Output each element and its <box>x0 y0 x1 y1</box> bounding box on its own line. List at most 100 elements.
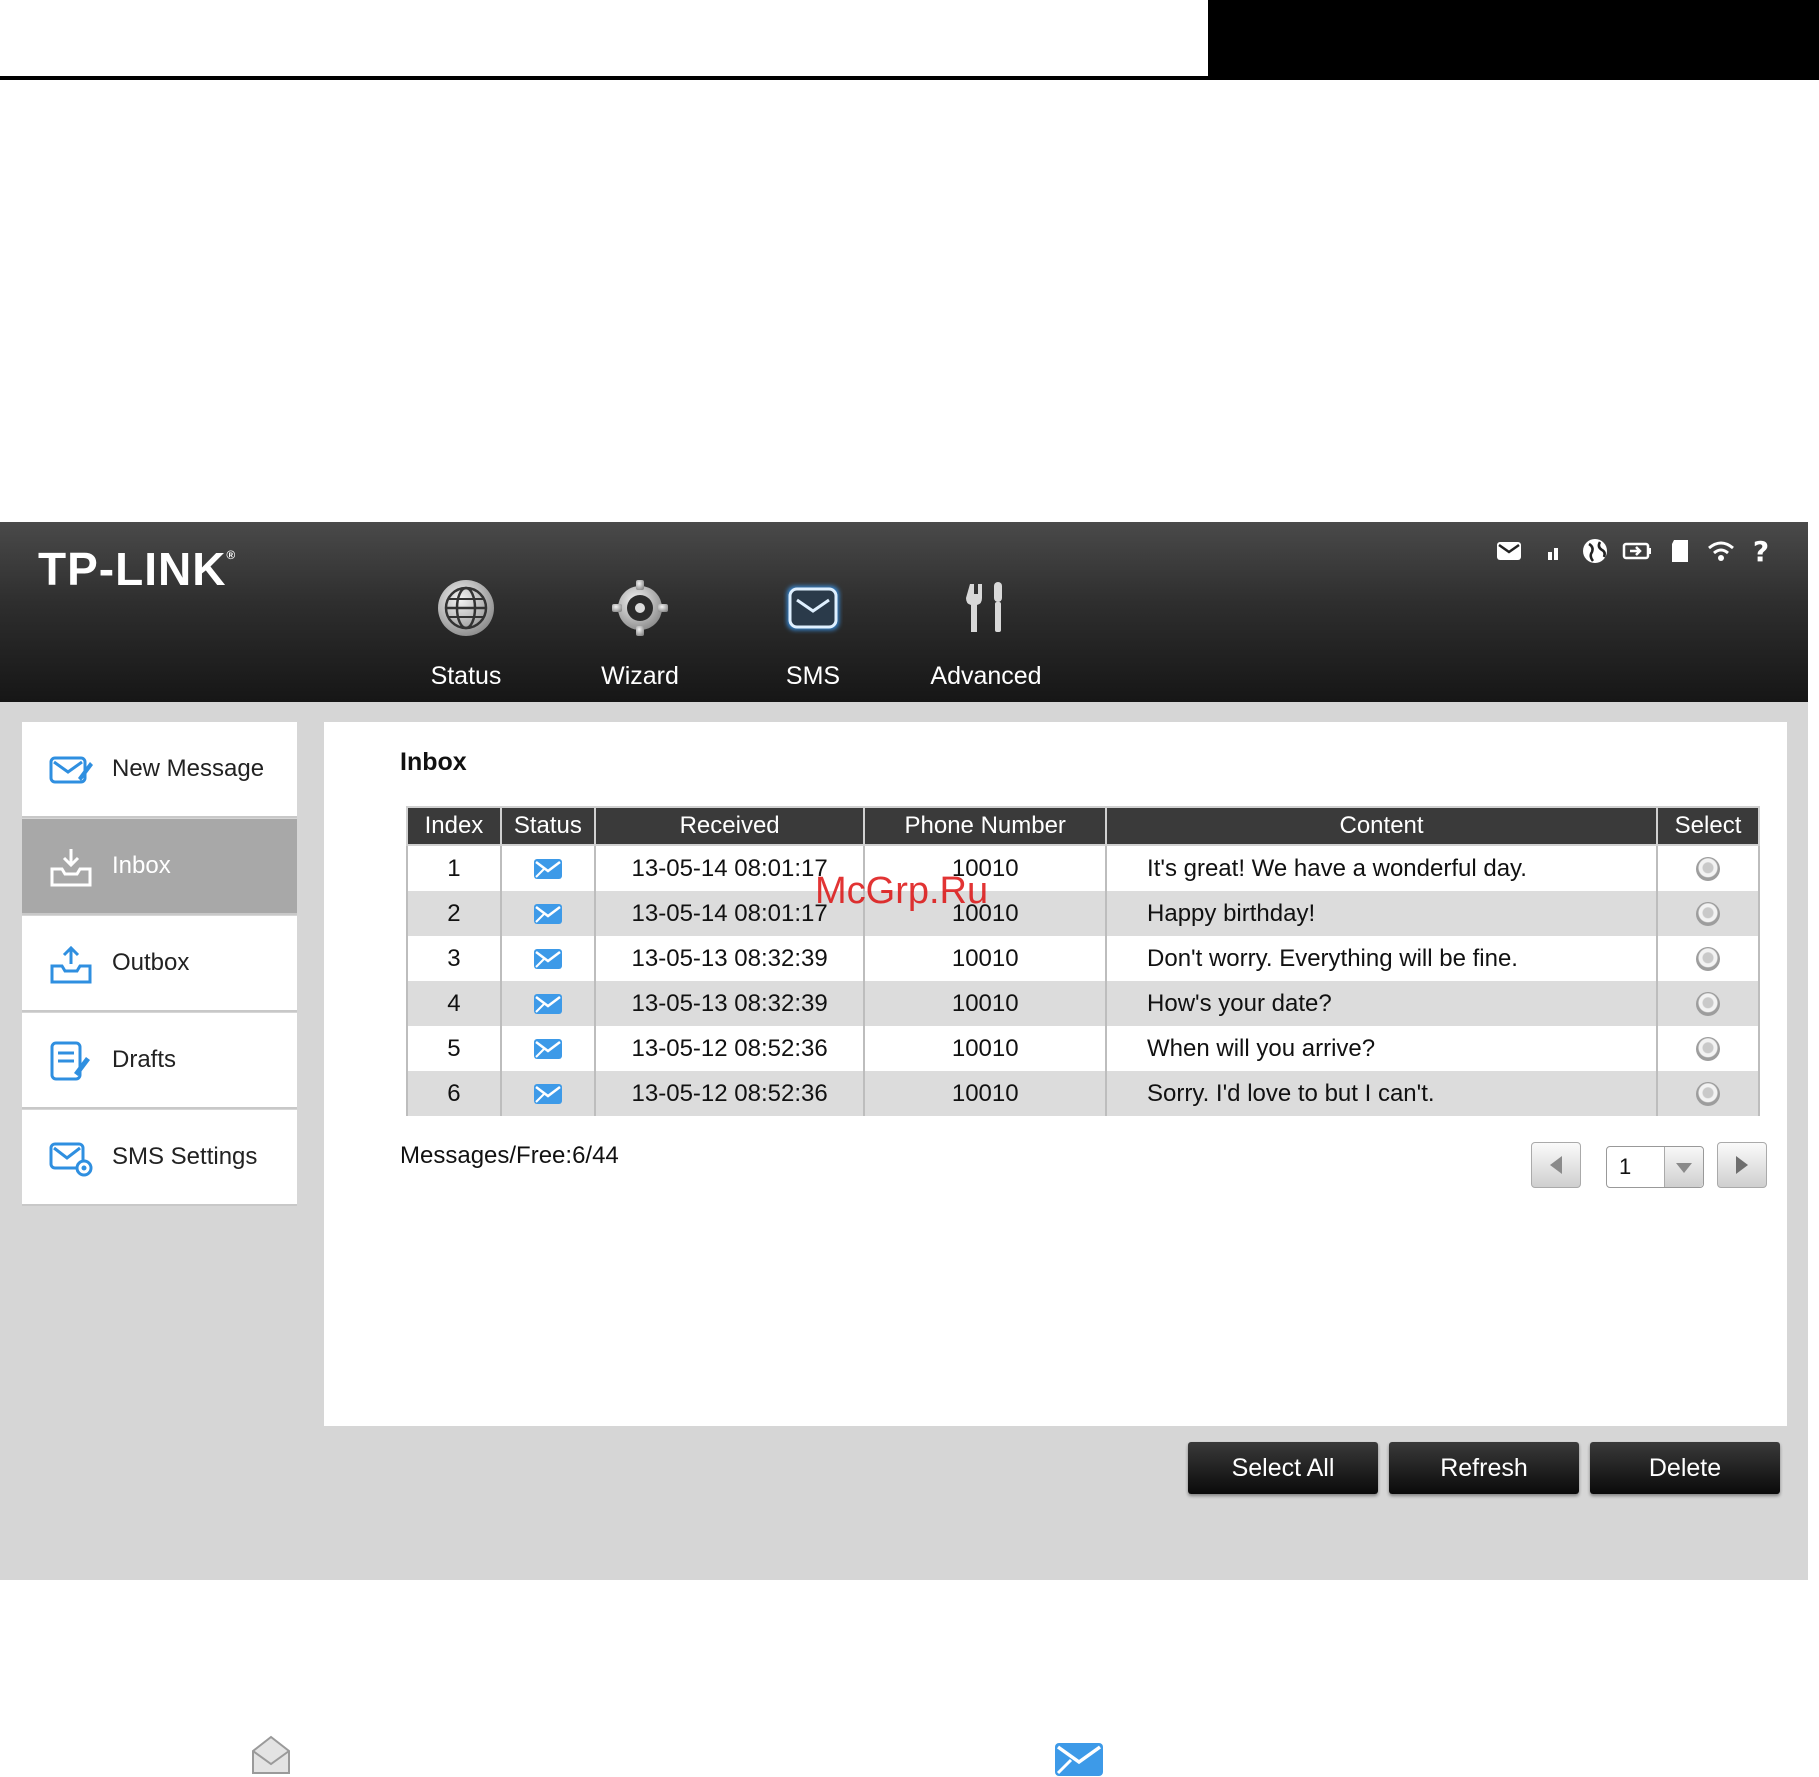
page-header-block <box>1208 0 1819 80</box>
router-ui: TP-LINK® Status Wizard SMS Advanced ? Ne… <box>0 522 1808 1580</box>
refresh-button[interactable]: Refresh <box>1389 1442 1579 1494</box>
nav-sms[interactable]: SMS <box>743 572 883 700</box>
col-status: Status <box>499 806 596 846</box>
nav-advanced-label: Advanced <box>930 662 1042 690</box>
row-index: 5 <box>406 1026 502 1071</box>
row-received: 13-05-13 08:32:39 <box>593 981 866 1026</box>
select-radio[interactable] <box>1696 857 1721 882</box>
nav-advanced[interactable]: Advanced <box>916 572 1056 700</box>
select-radio[interactable] <box>1696 992 1721 1017</box>
nav-sms-label: SMS <box>785 662 841 690</box>
col-content: Content <box>1105 806 1659 846</box>
sidebar-item-outbox[interactable]: Outbox <box>22 916 297 1012</box>
row-index: 4 <box>406 981 502 1026</box>
message-icon[interactable] <box>1494 536 1524 566</box>
row-content[interactable]: When will you arrive? <box>1105 1026 1659 1071</box>
row-content[interactable]: How's your date? <box>1105 981 1659 1026</box>
row-content[interactable]: Sorry. I'd love to but I can't. <box>1105 1071 1659 1116</box>
row-received: 13-05-13 08:32:39 <box>593 936 866 981</box>
sd-card-icon <box>1672 540 1688 562</box>
unread-envelope-icon <box>533 1039 562 1060</box>
col-received: Received <box>593 806 866 846</box>
delete-button[interactable]: Delete <box>1590 1442 1780 1494</box>
read-message-icon <box>252 1735 290 1774</box>
help-icon[interactable]: ? <box>1746 536 1776 566</box>
table-row[interactable]: 5 13-05-12 08:52:36 10010 When will you … <box>406 1026 1760 1071</box>
unread-envelope-icon <box>533 949 562 970</box>
row-status <box>499 1071 596 1116</box>
table-row[interactable]: 2 13-05-14 08:01:17 10010 Happy birthday… <box>406 891 1760 936</box>
row-status <box>499 981 596 1026</box>
internet-icon <box>1583 539 1607 563</box>
inbox-icon <box>50 849 92 887</box>
sidebar-item-label: Outbox <box>112 949 190 976</box>
sidebar-item-label: Inbox <box>112 852 171 879</box>
envelope-icon <box>787 586 839 630</box>
signal-icon <box>1548 548 1558 560</box>
unread-message-icon <box>1055 1743 1103 1776</box>
row-index: 6 <box>406 1071 502 1116</box>
select-all-button[interactable]: Select All <box>1188 1442 1378 1494</box>
row-status <box>499 1026 596 1071</box>
sidebar-item-label: New Message <box>112 755 265 782</box>
chevron-down-icon <box>1664 1147 1703 1187</box>
row-content[interactable]: Don't worry. Everything will be fine. <box>1105 936 1659 981</box>
nav-wizard-label: Wizard <box>601 662 679 690</box>
new-message-icon <box>49 756 93 784</box>
sidebar-item-drafts[interactable]: Drafts <box>22 1013 297 1109</box>
row-select <box>1656 891 1760 936</box>
messages-free-count: Messages/Free:6/44 <box>400 1142 619 1169</box>
prev-page-button[interactable] <box>1531 1142 1581 1188</box>
nav-status[interactable]: Status <box>396 572 536 700</box>
select-radio[interactable] <box>1696 947 1721 972</box>
top-bar: TP-LINK® Status Wizard SMS Advanced ? <box>0 522 1808 702</box>
col-phone-number: Phone Number <box>863 806 1108 846</box>
table-row[interactable]: 3 13-05-13 08:32:39 10010 Don't worry. E… <box>406 936 1760 981</box>
select-radio[interactable] <box>1696 1082 1721 1107</box>
row-phone: 10010 <box>863 1026 1108 1071</box>
page-title: Inbox <box>400 748 467 776</box>
table-row[interactable]: 6 13-05-12 08:52:36 10010 Sorry. I'd lov… <box>406 1071 1760 1116</box>
unread-envelope-icon <box>533 859 562 880</box>
wifi-icon <box>1708 541 1734 561</box>
row-index: 2 <box>406 891 502 936</box>
sidebar-item-label: Drafts <box>112 1046 177 1073</box>
inbox-table: Index Status Received Phone Number Conte… <box>406 806 1760 1116</box>
unread-envelope-icon <box>533 1084 562 1105</box>
row-select <box>1656 936 1760 981</box>
nav-wizard[interactable]: Wizard <box>570 572 710 700</box>
unread-envelope-icon <box>533 904 562 925</box>
watermark: McGrp.Ru <box>815 870 989 912</box>
row-select <box>1656 845 1760 891</box>
sidebar-item-new-message[interactable]: New Message <box>22 722 297 818</box>
row-select <box>1656 981 1760 1026</box>
svg-text:?: ? <box>1753 536 1769 566</box>
page-select-value: 1 <box>1619 1154 1632 1179</box>
nav-status-label: Status <box>430 662 502 690</box>
next-page-button[interactable] <box>1717 1142 1767 1188</box>
row-index: 3 <box>406 936 502 981</box>
row-select <box>1656 1026 1760 1071</box>
row-phone: 10010 <box>863 981 1108 1026</box>
sidebar-item-label: SMS Settings <box>112 1143 258 1170</box>
gear-icon <box>612 580 668 636</box>
col-select: Select <box>1656 806 1760 846</box>
col-index: Index <box>406 806 502 846</box>
table-row[interactable]: 4 13-05-13 08:32:39 10010 How's your dat… <box>406 981 1760 1026</box>
sms-settings-icon <box>49 1142 93 1177</box>
unread-envelope-icon <box>533 994 562 1015</box>
row-content[interactable]: It's great! We have a wonderful day. <box>1105 845 1659 891</box>
battery-icon <box>1622 542 1651 560</box>
row-content[interactable]: Happy birthday! <box>1105 891 1659 936</box>
row-phone: 10010 <box>863 1071 1108 1116</box>
sidebar-item-inbox[interactable]: Inbox <box>22 819 297 915</box>
page-select[interactable]: 1 <box>1606 1146 1704 1188</box>
row-status <box>499 936 596 981</box>
table-row[interactable]: 1 13-05-14 08:01:17 10010 It's great! We… <box>406 845 1760 891</box>
select-radio[interactable] <box>1696 1037 1721 1062</box>
row-received: 13-05-12 08:52:36 <box>593 1026 866 1071</box>
sidebar-item-sms-settings[interactable]: SMS Settings <box>22 1110 297 1206</box>
row-select <box>1656 1071 1760 1116</box>
select-radio[interactable] <box>1696 902 1721 927</box>
chevron-left-icon <box>1550 1156 1562 1174</box>
